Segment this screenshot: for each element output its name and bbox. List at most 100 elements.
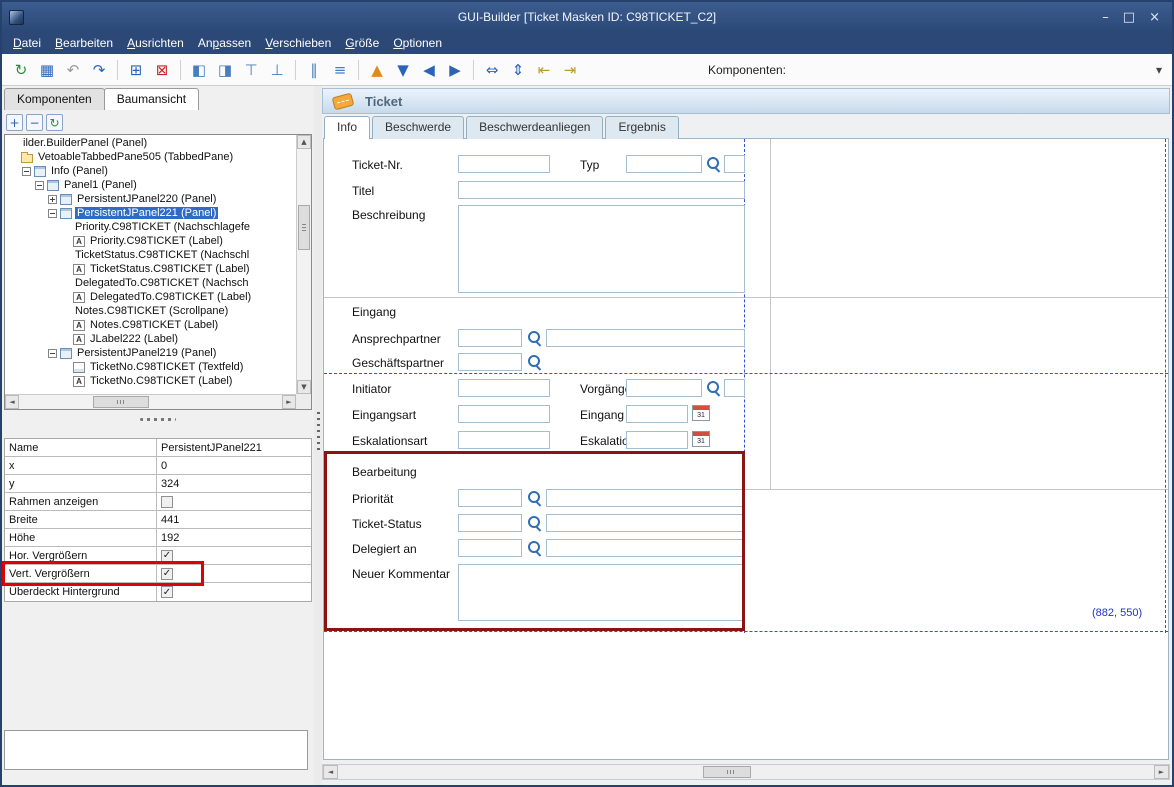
align-right-icon[interactable]: ◨	[213, 58, 237, 82]
tree-item[interactable]: TicketNo.C98TICKET (Label)	[5, 374, 296, 388]
tab-komponenten[interactable]: Komponenten	[4, 88, 105, 110]
redo-icon[interactable]: ↷	[87, 58, 111, 82]
designer-horizontal-scrollbar[interactable]: ◄ ►	[322, 764, 1170, 780]
collapse-icon[interactable]	[48, 349, 57, 358]
ticket-nr-input[interactable]	[458, 155, 550, 173]
panel-splitter[interactable]	[314, 86, 322, 785]
property-checkbox[interactable]	[161, 568, 173, 580]
maximize-button[interactable]: □	[1123, 10, 1135, 25]
geschaeftspartner-input[interactable]	[458, 353, 522, 371]
tree-item[interactable]: Notes.C98TICKET (Label)	[5, 318, 296, 332]
menu-item-anpassen[interactable]: Anpassen	[191, 34, 258, 52]
same-width-icon[interactable]: ⇔	[480, 58, 504, 82]
calendar-icon[interactable]: 31	[692, 431, 710, 447]
move-up-icon[interactable]: ▲	[365, 58, 389, 82]
scroll-left-icon[interactable]: ◄	[323, 765, 338, 779]
minimize-button[interactable]: –	[1102, 10, 1109, 25]
grow-height-icon[interactable]: ⇥	[558, 58, 582, 82]
eingangsart-input[interactable]	[458, 405, 550, 423]
property-checkbox[interactable]	[161, 586, 173, 598]
property-value[interactable]: 324	[157, 478, 311, 490]
property-value[interactable]: 0	[157, 460, 311, 472]
splitter-dots-top[interactable]	[140, 418, 176, 421]
tree-item[interactable]: VetoableTabbedPane505 (TabbedPane)	[5, 150, 296, 164]
tab-baumansicht[interactable]: Baumansicht	[104, 88, 199, 110]
scroll-up-icon[interactable]: ▲	[297, 135, 311, 149]
lookup-icon[interactable]	[528, 516, 542, 530]
tab-info[interactable]: Info	[324, 116, 370, 139]
calendar-icon[interactable]: 31	[692, 405, 710, 421]
tree-item[interactable]: DelegatedTo.C98TICKET (Label)	[5, 290, 296, 304]
lookup-icon[interactable]	[707, 157, 721, 171]
property-value[interactable]: 441	[157, 514, 311, 526]
tree-item[interactable]: Info (Panel)	[5, 164, 296, 178]
tree-item[interactable]: JLabel222 (Label)	[5, 332, 296, 346]
initiator-input[interactable]	[458, 379, 550, 397]
property-value[interactable]: 192	[157, 532, 311, 544]
tree-item[interactable]: PersistentJPanel221 (Panel)	[5, 206, 296, 220]
distribute-horizontal-icon[interactable]: ∥	[302, 58, 326, 82]
ansprechpartner-input[interactable]	[458, 329, 522, 347]
beschreibung-textarea[interactable]	[458, 205, 745, 293]
align-bottom-icon[interactable]: ⊥	[265, 58, 289, 82]
menu-item-verschieben[interactable]: Verschieben	[258, 34, 338, 52]
ansprechpartner-name-input[interactable]	[546, 329, 745, 347]
property-value[interactable]: PersistentJPanel221	[157, 442, 311, 454]
save-icon[interactable]: ▦	[35, 58, 59, 82]
ticket-status-input[interactable]	[458, 514, 522, 532]
vorgaenger-input[interactable]	[626, 379, 702, 397]
tree-item[interactable]: TicketNo.C98TICKET (Textfeld)	[5, 360, 296, 374]
collapse-icon[interactable]	[48, 209, 57, 218]
tree-item[interactable]: Priority.C98TICKET (Label)	[5, 234, 296, 248]
tree-vertical-scrollbar[interactable]: ▲ ▼	[296, 135, 311, 394]
property-checkbox[interactable]	[161, 496, 173, 508]
lookup-icon[interactable]	[528, 355, 542, 369]
scroll-right-icon[interactable]: ►	[282, 395, 296, 409]
align-top-icon[interactable]: ⊤	[239, 58, 263, 82]
lookup-icon[interactable]	[707, 381, 721, 395]
komponenten-dropdown[interactable]: ▾	[794, 60, 1166, 80]
menu-item-ausrichten[interactable]: Ausrichten	[120, 34, 191, 52]
eingang-date-input[interactable]	[626, 405, 688, 423]
title-bar[interactable]: GUI-Builder [Ticket Masken ID: C98TICKET…	[2, 2, 1172, 32]
tab-ergebnis[interactable]: Ergebnis	[605, 116, 678, 139]
lookup-icon[interactable]	[528, 331, 542, 345]
component-list-icon[interactable]: ⊞	[124, 58, 148, 82]
tree-horizontal-scrollbar[interactable]: ◄ ►	[5, 394, 296, 409]
menu-item-datei[interactable]: Datei	[6, 34, 48, 52]
distribute-vertical-icon[interactable]: ≡	[328, 58, 352, 82]
delegiert-an-input[interactable]	[458, 539, 522, 557]
menu-item-größe[interactable]: Größe	[338, 34, 386, 52]
move-right-icon[interactable]: ▶	[443, 58, 467, 82]
tree-item[interactable]: Notes.C98TICKET (Scrollpane)	[5, 304, 296, 318]
typ-code-input[interactable]	[724, 155, 745, 173]
tree-item[interactable]: TicketStatus.C98TICKET (Label)	[5, 262, 296, 276]
tree-item[interactable]: PersistentJPanel220 (Panel)	[5, 192, 296, 206]
align-left-icon[interactable]: ◧	[187, 58, 211, 82]
lookup-icon[interactable]	[528, 491, 542, 505]
delegiert-an-name-input[interactable]	[546, 539, 745, 557]
tab-beschwerde[interactable]: Beschwerde	[372, 116, 464, 139]
prioritaet-input[interactable]	[458, 489, 522, 507]
eskalation-date-input[interactable]	[626, 431, 688, 449]
menu-item-optionen[interactable]: Optionen	[386, 34, 449, 52]
tree-item[interactable]: TicketStatus.C98TICKET (Nachschl	[5, 248, 296, 262]
splitter-grip[interactable]	[317, 412, 320, 450]
collapse-icon[interactable]	[22, 167, 31, 176]
move-left-icon[interactable]: ◀	[417, 58, 441, 82]
grow-width-icon[interactable]: ⇤	[532, 58, 556, 82]
same-height-icon[interactable]: ⇕	[506, 58, 530, 82]
delete-component-icon[interactable]: ⊠	[150, 58, 174, 82]
horizontal-scroll-thumb[interactable]	[703, 766, 751, 778]
move-down-icon[interactable]: ▼	[391, 58, 415, 82]
neuer-kommentar-textarea[interactable]	[458, 564, 745, 621]
scroll-left-icon[interactable]: ◄	[5, 395, 19, 409]
tree-item[interactable]: ilder.BuilderPanel (Panel)	[5, 136, 296, 150]
close-button[interactable]: ×	[1149, 10, 1160, 25]
eskalationsart-input[interactable]	[458, 431, 550, 449]
vorgaenger-code-input[interactable]	[724, 379, 745, 397]
prioritaet-name-input[interactable]	[546, 489, 745, 507]
menu-item-bearbeiten[interactable]: Bearbeiten	[48, 34, 120, 52]
tree-item[interactable]: Panel1 (Panel)	[5, 178, 296, 192]
typ-input[interactable]	[626, 155, 702, 173]
